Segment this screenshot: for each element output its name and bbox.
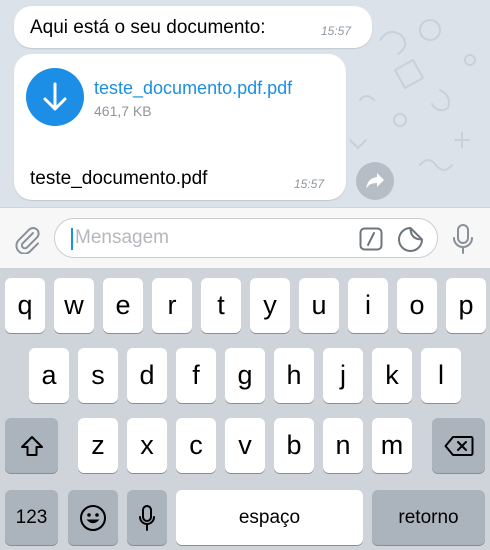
key-u[interactable]: u [299, 278, 339, 333]
attach-button[interactable] [10, 222, 44, 256]
document-file-size: 461,7 KB [94, 103, 152, 119]
key-o[interactable]: o [397, 278, 437, 333]
text-caret [71, 228, 73, 250]
key-j[interactable]: j [323, 348, 363, 403]
key-i[interactable]: i [348, 278, 388, 333]
message-input[interactable] [75, 219, 345, 257]
key-f[interactable]: f [176, 348, 216, 403]
message-input-bar [0, 207, 490, 268]
shift-key[interactable] [5, 418, 58, 473]
document-file-name[interactable]: teste_documento.pdf.pdf [94, 78, 292, 99]
key-k[interactable]: k [372, 348, 412, 403]
slash-command-icon[interactable] [359, 227, 383, 251]
document-caption: teste_documento.pdf [30, 168, 208, 189]
key-x[interactable]: x [127, 418, 167, 473]
microphone-icon [453, 224, 473, 254]
backspace-icon [444, 435, 473, 456]
key-d[interactable]: d [127, 348, 167, 403]
share-button[interactable] [356, 162, 394, 200]
keyboard: q w e r t y u i o p a s d f g h j k l z … [0, 268, 490, 550]
message-bubble-document[interactable]: teste_documento.pdf.pdf 461,7 KB teste_d… [14, 54, 346, 200]
sticker-icon[interactable] [397, 226, 424, 253]
download-arrow-icon[interactable] [26, 68, 84, 126]
key-r[interactable]: r [152, 278, 192, 333]
key-m[interactable]: m [372, 418, 412, 473]
message-text: Aqui está o seu documento: [30, 17, 266, 38]
message-time: 15:57 [321, 24, 352, 38]
key-c[interactable]: c [176, 418, 216, 473]
numbers-key[interactable]: 123 [5, 490, 58, 545]
space-key[interactable]: espaço [176, 490, 363, 545]
dictation-mic-icon [139, 504, 155, 531]
message-input-field[interactable] [54, 218, 438, 258]
key-b[interactable]: b [274, 418, 314, 473]
chat-area: Aqui está o seu documento: 15:57 teste_d… [0, 0, 490, 207]
message-time: 15:57 [294, 177, 325, 191]
key-a[interactable]: a [29, 348, 69, 403]
key-z[interactable]: z [78, 418, 118, 473]
key-e[interactable]: e [103, 278, 143, 333]
backspace-key[interactable] [432, 418, 485, 473]
key-q[interactable]: q [5, 278, 45, 333]
paperclip-icon [15, 227, 40, 254]
key-p[interactable]: p [446, 278, 486, 333]
key-v[interactable]: v [225, 418, 265, 473]
key-t[interactable]: t [201, 278, 241, 333]
key-g[interactable]: g [225, 348, 265, 403]
key-w[interactable]: w [54, 278, 94, 333]
key-n[interactable]: n [323, 418, 363, 473]
key-h[interactable]: h [274, 348, 314, 403]
shift-icon [20, 435, 43, 456]
emoji-icon [80, 504, 106, 531]
key-y[interactable]: y [250, 278, 290, 333]
key-s[interactable]: s [78, 348, 118, 403]
return-key[interactable]: retorno [372, 490, 485, 545]
dictation-key[interactable] [127, 490, 167, 545]
key-l[interactable]: l [421, 348, 461, 403]
share-arrow-icon [366, 173, 384, 189]
voice-record-button[interactable] [446, 220, 480, 258]
emoji-key[interactable] [68, 490, 118, 545]
message-bubble-text[interactable]: Aqui está o seu documento: 15:57 [14, 6, 372, 48]
